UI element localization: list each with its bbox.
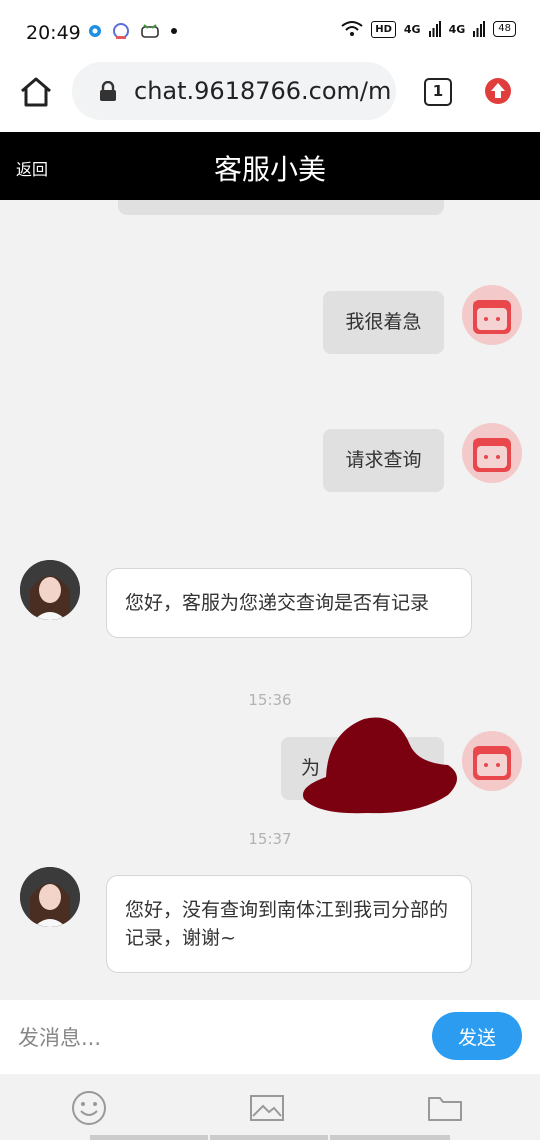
status-indicators: HD 4G 4G 48 xyxy=(341,20,516,38)
message-timestamp: 15:37 xyxy=(248,830,292,848)
notification-dot-icon xyxy=(171,28,177,34)
signal-2-icon xyxy=(473,21,486,37)
attachment-toolbar xyxy=(0,1074,540,1140)
notification-app-icon xyxy=(89,25,101,37)
message-composer: 发送 xyxy=(0,1000,540,1074)
toolbar-divider xyxy=(330,1135,450,1140)
user-avatar-icon xyxy=(473,438,511,472)
redaction-mark xyxy=(302,717,457,814)
page-title: 客服小美 xyxy=(213,153,326,186)
battery-indicator: 48 xyxy=(493,21,516,37)
signal-2-label: 4G xyxy=(448,22,466,36)
notification-game-icon xyxy=(141,24,159,38)
notification-icons xyxy=(88,22,178,40)
lock-icon xyxy=(100,81,116,101)
toolbar-divider xyxy=(90,1135,208,1140)
user-avatar xyxy=(462,285,522,345)
address-bar[interactable]: chat.9618766.com/m xyxy=(72,62,396,120)
agent-avatar xyxy=(20,867,80,927)
folder-icon[interactable] xyxy=(427,1090,463,1126)
partial-message-bubble xyxy=(118,200,444,215)
wifi-icon xyxy=(341,21,363,36)
image-icon[interactable] xyxy=(249,1090,285,1126)
send-button[interactable]: 发送 xyxy=(432,1012,522,1060)
upgrade-icon[interactable] xyxy=(484,77,512,105)
smile-icon[interactable] xyxy=(71,1090,107,1126)
status-time: 20:49 xyxy=(26,22,81,44)
home-icon[interactable] xyxy=(18,74,54,110)
message-input[interactable] xyxy=(18,1022,408,1054)
signal-1-icon xyxy=(428,21,441,37)
browser-toolbar: chat.9618766.com/m 1 xyxy=(0,62,540,132)
toolbar-divider xyxy=(210,1135,328,1140)
agent-message-bubble: 您好，没有查询到南体江到我司分部的记录，谢谢~ xyxy=(106,875,472,973)
message-timestamp: 15:36 xyxy=(248,691,292,709)
agent-message-bubble: 您好，客服为您递交查询是否有记录 xyxy=(106,568,472,638)
user-message-bubble: 我很着急 xyxy=(323,291,444,354)
chat-message-list[interactable]: 我很着急 请求查询 您好，客服为您递交查询是否有记录 15:36 为 15:37… xyxy=(0,200,540,1000)
hd-voice-badge: HD xyxy=(371,20,396,38)
user-avatar-icon xyxy=(473,746,511,780)
chat-header: 返回 客服小美 xyxy=(0,132,540,200)
signal-1-label: 4G xyxy=(403,22,421,36)
status-bar: 20:49 HD 4G 4G 48 xyxy=(0,0,540,62)
user-avatar xyxy=(462,423,522,483)
agent-avatar xyxy=(20,560,80,620)
user-avatar xyxy=(462,731,522,791)
user-message-bubble: 请求查询 xyxy=(323,429,444,492)
url-text: chat.9618766.com/m xyxy=(134,77,392,105)
tab-switcher-button[interactable]: 1 xyxy=(424,78,452,106)
agent-portrait-icon xyxy=(20,867,80,927)
agent-portrait-icon xyxy=(20,560,80,620)
user-avatar-icon xyxy=(473,300,511,334)
notification-chat-icon xyxy=(113,23,129,39)
